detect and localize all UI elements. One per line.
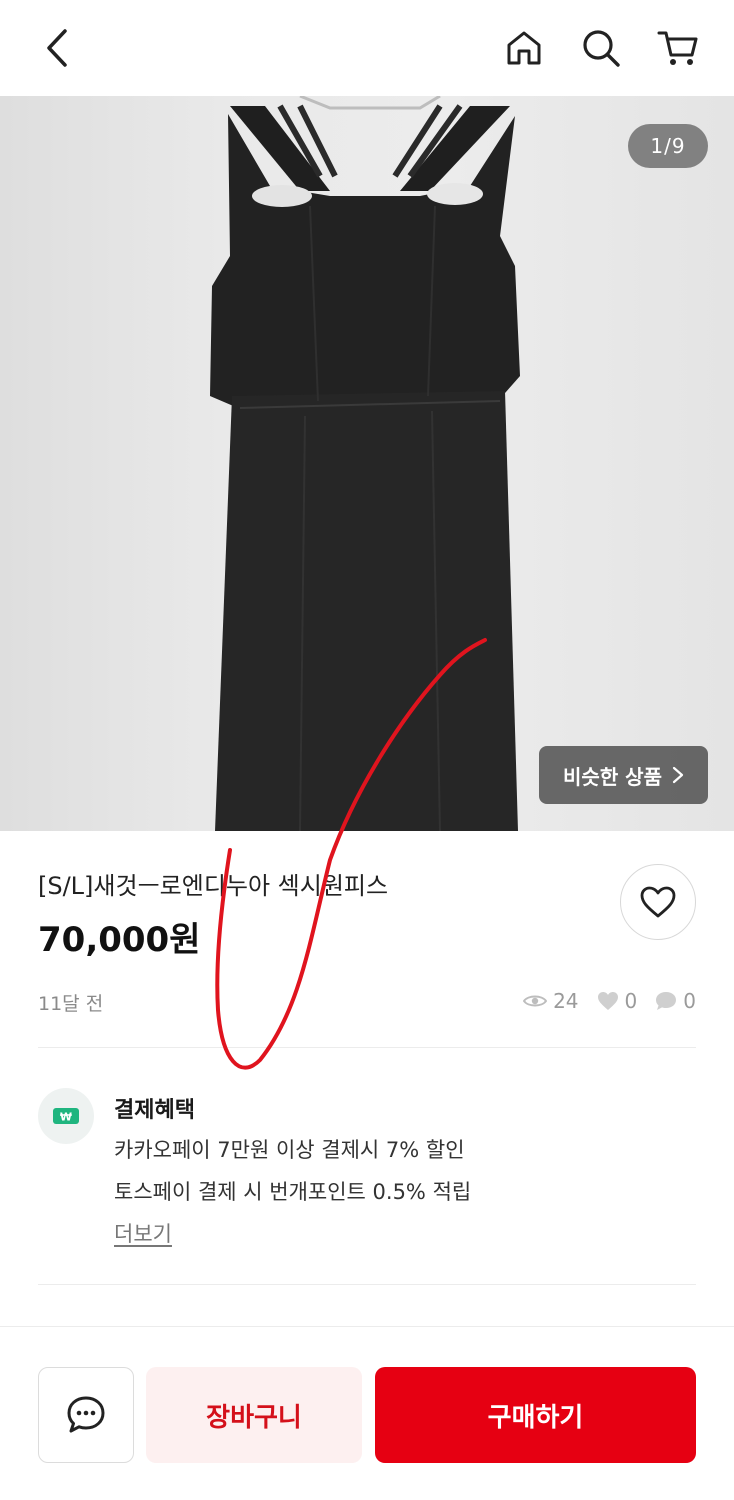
views-stat: 24 <box>523 989 579 1013</box>
posted-time: 11달 전 <box>38 993 104 1015</box>
views-count: 24 <box>553 989 579 1013</box>
back-arrow-icon[interactable] <box>36 26 80 70</box>
payment-benefits-title: 결제혜택 <box>114 1098 195 1123</box>
similar-products-button[interactable]: 비슷한 상품 <box>539 746 708 804</box>
chat-icon <box>67 1396 105 1433</box>
likes-count: 0 <box>624 989 638 1013</box>
chat-button[interactable] <box>38 1367 134 1463</box>
similar-products-label: 비슷한 상품 <box>563 764 662 789</box>
bottom-action-bar: 장바구니 구매하기 <box>0 1326 734 1500</box>
heart-filled-icon <box>597 992 618 1010</box>
svg-text:₩: ₩ <box>60 1111 72 1124</box>
payment-benefit-line: 카카오페이 7만원 이상 결제시 7% 할인 <box>114 1138 465 1162</box>
chevron-right-icon <box>672 766 684 784</box>
chat-bubble-icon <box>656 992 677 1010</box>
chats-stat: 0 <box>655 989 696 1013</box>
payment-benefit-icon: ₩ <box>38 1088 94 1144</box>
dress-photo <box>210 96 520 831</box>
eye-icon <box>523 995 548 1007</box>
top-navigation-bar <box>0 0 734 96</box>
product-image[interactable]: 1/9 비슷한 상품 <box>0 96 734 831</box>
divider <box>38 1284 696 1285</box>
product-stats: 24 0 0 <box>511 989 696 1013</box>
image-counter: 1/9 <box>628 124 708 168</box>
heart-icon <box>640 886 676 918</box>
product-title: [S/L]새것ㅡ로엔디누아 섹시원피스 <box>38 872 389 900</box>
payment-benefit-line: 토스페이 결제 시 번개포인트 0.5% 적립 <box>114 1180 472 1204</box>
home-icon[interactable] <box>502 26 546 70</box>
search-icon[interactable] <box>579 26 623 70</box>
add-to-cart-button[interactable]: 장바구니 <box>146 1367 362 1463</box>
product-price: 70,000원 <box>38 920 201 960</box>
divider <box>38 1047 696 1048</box>
more-link[interactable]: 더보기 <box>114 1218 172 1248</box>
buy-button[interactable]: 구매하기 <box>375 1367 696 1463</box>
chats-count: 0 <box>683 989 696 1013</box>
likes-stat: 0 <box>597 989 638 1013</box>
wishlist-button[interactable] <box>620 864 696 940</box>
cart-icon[interactable] <box>656 26 700 70</box>
